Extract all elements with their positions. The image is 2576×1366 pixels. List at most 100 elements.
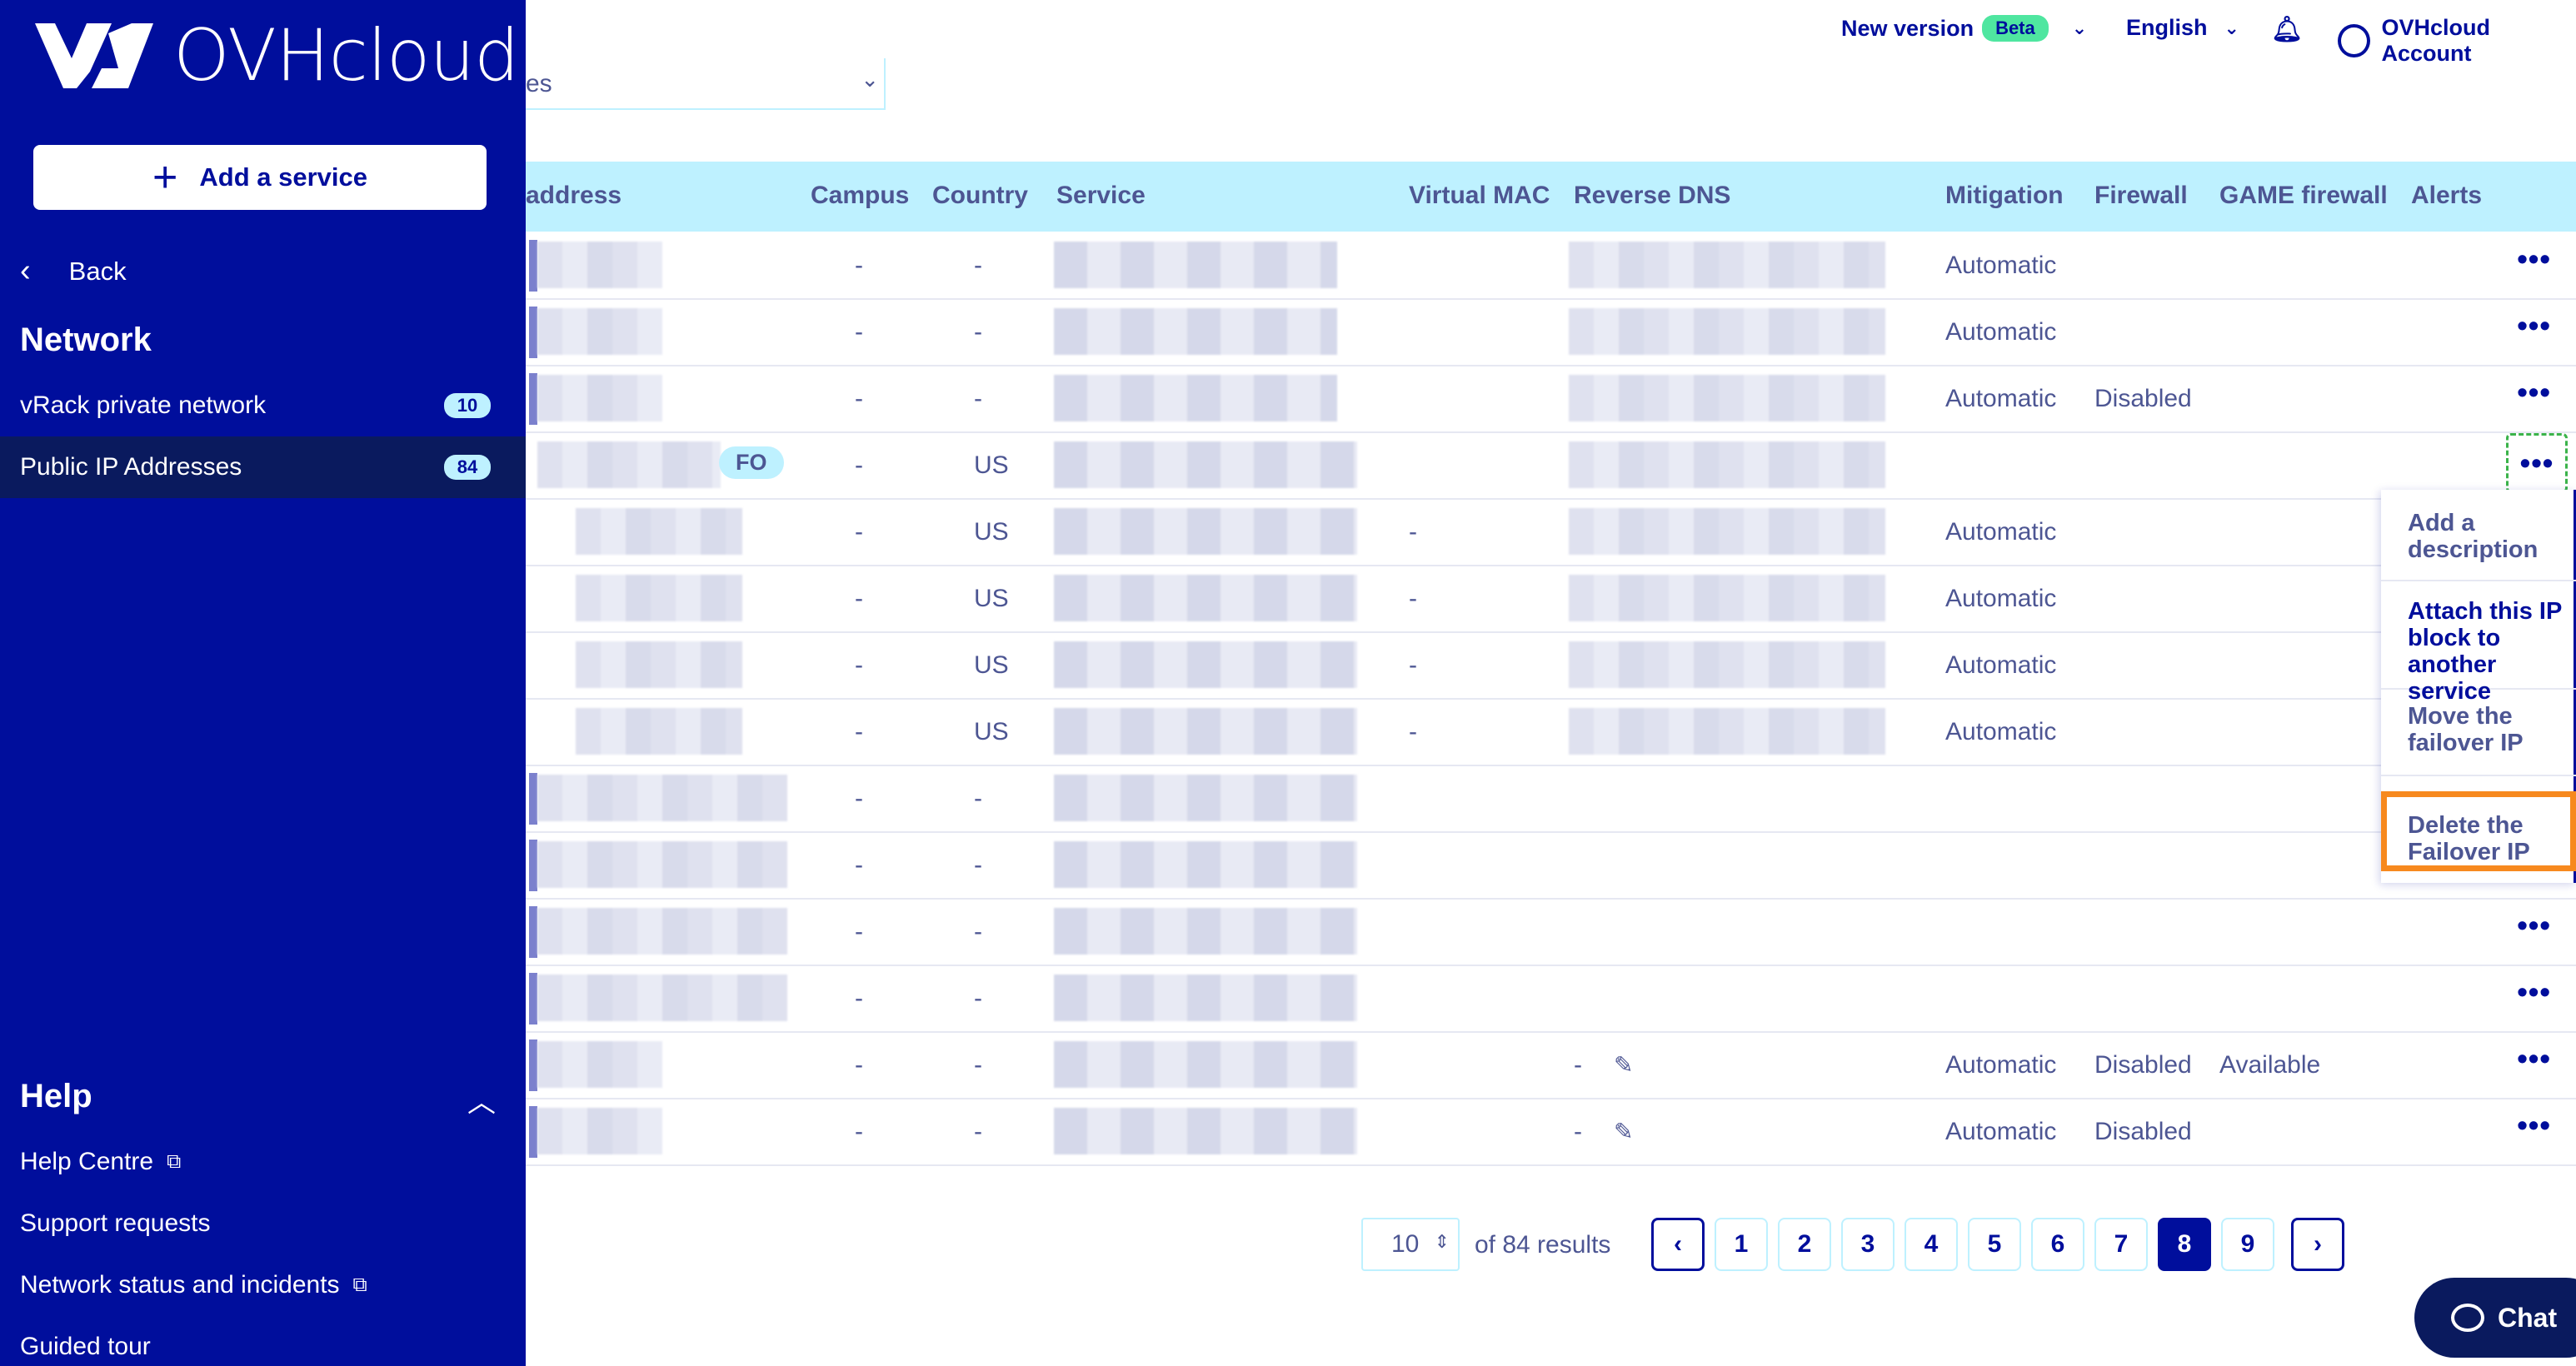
menu-move-failover-ip[interactable]: Move the failover IP (2381, 703, 2576, 776)
reverse-dns-redacted (1569, 641, 1885, 688)
table-row: - US - Automatic (526, 700, 2576, 766)
logo[interactable]: OVHcloud (32, 14, 520, 97)
more-actions-icon[interactable]: ••• (2517, 242, 2551, 277)
add-service-button[interactable]: + Add a service (33, 145, 487, 210)
row-indicator (529, 307, 537, 358)
logo-text: OVHcloud (173, 14, 520, 97)
campus-cell: - (855, 1118, 863, 1145)
menu-delete-failover-ip[interactable]: Delete the Failover IP (2381, 791, 2576, 871)
chevron-up-icon[interactable]: ︿ (467, 1079, 496, 1120)
row-indicator (529, 906, 537, 958)
more-actions-icon[interactable]: ••• (2517, 1108, 2551, 1143)
row-indicator (529, 773, 537, 825)
col-alerts[interactable]: Alerts (2411, 182, 2482, 210)
notifications-button[interactable]: 🔔︎ (2271, 15, 2303, 44)
virtual-mac-cell: - (1409, 718, 1417, 745)
help-link-label: Guided tour (20, 1333, 151, 1360)
sidebar-item-vrack[interactable]: vRack private network 10 (0, 375, 526, 436)
external-link-icon: ⧉ (352, 1274, 367, 1296)
mitigation-cell: Automatic (1945, 318, 2057, 346)
page-button[interactable]: 3 (1841, 1218, 1895, 1271)
col-address[interactable]: address (526, 182, 622, 210)
language-selector[interactable]: English ⌄ (2126, 15, 2239, 41)
guided-tour-link[interactable]: Guided tour (20, 1333, 151, 1361)
help-link-label: Help Centre (20, 1148, 154, 1175)
virtual-mac-cell: - (1409, 651, 1417, 679)
country-cell: - (974, 851, 982, 879)
more-actions-icon[interactable]: ••• (2517, 308, 2551, 343)
beta-badge: Beta (1982, 15, 2049, 42)
page-button[interactable]: 8 (2158, 1218, 2211, 1271)
help-centre-link[interactable]: Help Centre ⧉ (20, 1148, 181, 1176)
reverse-dns-redacted (1569, 575, 1885, 621)
chat-bubble-icon (2451, 1304, 2484, 1332)
campus-cell: - (855, 918, 863, 945)
table-row: - - ••• (526, 966, 2576, 1033)
more-actions-icon[interactable]: ••• (2506, 433, 2568, 493)
page-button[interactable]: 1 (1715, 1218, 1768, 1271)
sort-arrows-icon: ⇕ (1434, 1231, 1450, 1252)
per-page-value: 10 (1391, 1230, 1420, 1258)
page-button[interactable]: 6 (2031, 1218, 2084, 1271)
per-page-select[interactable]: 10 ⇕ (1361, 1218, 1460, 1271)
new-version-label: New version (1841, 15, 1974, 41)
next-page-button[interactable]: › (2291, 1218, 2344, 1271)
network-status-link[interactable]: Network status and incidents ⧉ (20, 1271, 367, 1299)
table-row: FO - US ••• (526, 433, 2576, 500)
ip-address-redacted (537, 775, 787, 821)
col-virtual-mac[interactable]: Virtual MAC (1409, 182, 1550, 210)
row-indicator (529, 1106, 537, 1158)
ip-address-redacted (537, 441, 721, 488)
row-indicator (529, 840, 537, 891)
col-firewall[interactable]: Firewall (2094, 182, 2188, 210)
mitigation-cell: Automatic (1945, 718, 2057, 745)
campus-cell: - (855, 651, 863, 679)
col-service[interactable]: Service (1056, 182, 1146, 210)
chat-button[interactable]: Chat (2414, 1278, 2576, 1358)
col-mitigation[interactable]: Mitigation (1945, 182, 2064, 210)
edit-icon[interactable]: ✎ (1614, 1118, 1633, 1145)
support-requests-link[interactable]: Support requests (20, 1209, 210, 1238)
campus-cell: - (855, 851, 863, 879)
country-cell: - (974, 785, 982, 812)
ip-address-redacted (576, 508, 742, 555)
col-country[interactable]: Country (932, 182, 1028, 210)
filter-select[interactable]: es ⌄ (526, 58, 886, 110)
col-campus[interactable]: Campus (811, 182, 909, 210)
sidebar-item-public-ip[interactable]: Public IP Addresses 84 (0, 436, 526, 498)
ip-address-redacted (537, 375, 662, 421)
page-button[interactable]: 9 (2221, 1218, 2274, 1271)
new-version-toggle[interactable]: New version Beta ⌄ (1841, 15, 2087, 42)
country-cell: - (974, 1118, 982, 1145)
account-menu[interactable]: OVHcloud Account (2338, 15, 2576, 67)
back-link[interactable]: ‹ Back (20, 253, 127, 289)
more-actions-icon[interactable]: ••• (2517, 1041, 2551, 1076)
page-button[interactable]: 5 (1968, 1218, 2021, 1271)
plus-icon: + (152, 153, 178, 202)
more-actions-icon[interactable]: ••• (2517, 908, 2551, 943)
more-actions-icon[interactable]: ••• (2517, 975, 2551, 1010)
table-row: - US - Automatic (526, 500, 2576, 566)
prev-page-button[interactable]: ‹ (1651, 1218, 1705, 1271)
col-game-firewall[interactable]: GAME firewall (2219, 182, 2388, 210)
reverse-dns-redacted (1569, 308, 1885, 355)
chevron-left-icon: ‹ (1674, 1230, 1682, 1258)
menu-attach-ip-block[interactable]: Attach this IP block to another service (2381, 598, 2576, 705)
table-row: -- (526, 766, 2576, 833)
help-section-title: Help (20, 1078, 92, 1114)
edit-icon[interactable]: ✎ (1614, 1051, 1633, 1079)
menu-add-description[interactable]: Add a description (2381, 508, 2576, 581)
col-reverse-dns[interactable]: Reverse DNS (1574, 182, 1730, 210)
virtual-mac-cell: - (1409, 518, 1417, 546)
page-button[interactable]: 7 (2094, 1218, 2148, 1271)
page-button[interactable]: 2 (1778, 1218, 1831, 1271)
page-button[interactable]: 4 (1905, 1218, 1958, 1271)
chevron-down-icon: ⌄ (2224, 17, 2239, 38)
campus-cell: - (855, 985, 863, 1012)
help-link-label: Support requests (20, 1209, 211, 1237)
reverse-dns-redacted (1569, 375, 1885, 421)
ip-address-redacted (537, 1041, 662, 1088)
table-header: address Campus Country Service Virtual M… (526, 162, 2576, 232)
table-row: - - Automatic Disabled ••• (526, 366, 2576, 433)
more-actions-icon[interactable]: ••• (2517, 375, 2551, 410)
